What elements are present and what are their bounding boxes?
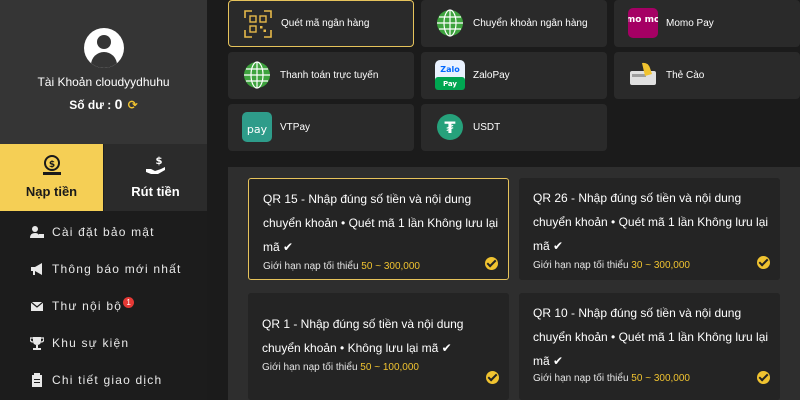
clipboard-icon	[30, 373, 44, 387]
selected-check-icon	[485, 257, 498, 270]
limit-label: Giới hạn nạp tối thiểu	[533, 373, 629, 384]
option-limit: Giới hạn nạp tối thiểu 50 ~ 300,000	[263, 261, 420, 272]
limit-label: Giới hạn nạp tối thiểu	[262, 362, 358, 373]
check-icon	[757, 371, 770, 384]
megaphone-icon	[30, 262, 44, 276]
deposit-screen: Tài Khoản cloudyydhuhu Số dư : 0 ⟳ $ Nạp…	[0, 0, 800, 400]
menu-item-notifications[interactable]: Thông báo mới nhất	[30, 259, 182, 279]
deposit-option-qr10[interactable]: QR 10 - Nhập đúng số tiền và nội dung ch…	[519, 293, 780, 400]
profile-card: Tài Khoản cloudyydhuhu Số dư : 0 ⟳	[0, 0, 207, 144]
method-scratch-card[interactable]: Thẻ Cào	[614, 52, 800, 99]
option-title: QR 10 - Nhập đúng số tiền và nội dung ch…	[533, 306, 769, 368]
globe-icon	[244, 61, 270, 89]
menu-item-label: Khu sự kiện	[52, 336, 130, 350]
sidebar-menu: Cài đặt bảo mật Thông báo mới nhất Thư n…	[0, 211, 207, 400]
tab-deposit[interactable]: $ Nạp tiền	[0, 144, 103, 211]
qr-code-icon	[244, 10, 272, 38]
limit-range: 50 ~ 300,000	[631, 373, 690, 384]
account-name: Tài Khoản cloudyydhuhu	[37, 75, 170, 89]
globe-icon	[437, 9, 463, 37]
menu-item-transactions[interactable]: Chi tiết giao dịch	[30, 370, 162, 390]
menu-item-label: Chi tiết giao dịch	[52, 373, 163, 387]
method-name: Chuyển khoản ngân hàng	[473, 17, 588, 29]
momo-icon: mo mo	[628, 8, 658, 38]
method-name: Momo Pay	[666, 17, 714, 29]
option-title: QR 26 - Nhập đúng số tiền và nội dung ch…	[533, 191, 769, 253]
deposit-options-panel: QR 15 - Nhập đúng số tiền và nội dung ch…	[228, 167, 800, 400]
method-bank-transfer[interactable]: Chuyển khoản ngân hàng	[421, 0, 607, 47]
tab-deposit-label: Nạp tiền	[25, 184, 78, 199]
balance-label: Số dư :	[69, 98, 112, 112]
limit-range: 50 ~ 300,000	[361, 261, 420, 272]
method-bank-qr[interactable]: Quét mã ngân hàng	[228, 0, 414, 47]
deposit-option-qr15[interactable]: QR 15 - Nhập đúng số tiền và nội dung ch…	[248, 178, 509, 280]
deposit-icon: $	[43, 155, 61, 175]
check-icon	[486, 371, 499, 384]
check-icon	[757, 256, 770, 269]
refresh-icon[interactable]: ⟳	[128, 98, 138, 112]
zalopay-icon: Zalo Pay	[435, 60, 465, 90]
limit-label: Giới hạn nạp tối thiểu	[263, 261, 359, 272]
option-limit: Giới hạn nạp tối thiểu 50 ~ 300,000	[533, 373, 690, 384]
method-online-payment[interactable]: Thanh toán trực tuyến	[228, 52, 414, 99]
svg-text:pay: pay	[247, 123, 268, 136]
tether-icon: ₮	[437, 114, 463, 140]
svg-text:mo mo: mo mo	[628, 15, 658, 25]
unread-badge: 1	[123, 296, 135, 308]
svg-text:₮: ₮	[444, 118, 455, 137]
method-vtpay[interactable]: pay VTPay	[228, 104, 414, 151]
vtpay-icon: pay	[242, 112, 272, 142]
deposit-withdraw-tabs: $ Nạp tiền $ Rút tiền	[0, 144, 207, 211]
method-name: Quét mã ngân hàng	[281, 17, 370, 29]
deposit-option-qr1[interactable]: QR 1 - Nhập đúng số tiền và nội dung chu…	[248, 293, 509, 400]
method-name: Thẻ Cào	[666, 69, 705, 81]
avatar-icon	[84, 28, 124, 68]
menu-item-label: Thông báo mới nhất	[52, 262, 182, 276]
option-limit: Giới hạn nạp tối thiểu 50 ~ 100,000	[262, 362, 419, 373]
method-momo[interactable]: mo mo Momo Pay	[614, 0, 800, 47]
method-name: ZaloPay	[473, 69, 510, 81]
menu-item-label: Cài đặt bảo mật	[52, 225, 155, 239]
scratch-card-icon	[630, 62, 656, 85]
menu-item-label: Thư nội bộ	[52, 299, 123, 313]
balance-value: 0	[114, 96, 123, 112]
option-title: QR 1 - Nhập đúng số tiền và nội dung chu…	[262, 317, 464, 355]
method-name: USDT	[473, 121, 501, 133]
payment-methods: Quét mã ngân hàng Chuyển khoản ngân hàng…	[222, 0, 800, 152]
method-name: Thanh toán trực tuyến	[280, 69, 379, 81]
limit-label: Giới hạn nạp tối thiểu	[533, 260, 629, 271]
balance: Số dư : 0 ⟳	[0, 96, 207, 112]
svg-text:Pay: Pay	[443, 80, 457, 88]
envelope-icon	[30, 299, 44, 313]
svg-text:$: $	[156, 156, 163, 167]
deposit-option-qr26[interactable]: QR 26 - Nhập đúng số tiền và nội dung ch…	[519, 178, 780, 280]
user-lock-icon	[30, 225, 44, 239]
tab-withdraw-label: Rút tiền	[131, 184, 180, 199]
trophy-icon	[29, 336, 45, 350]
limit-range: 50 ~ 100,000	[360, 362, 419, 373]
sidebar: Tài Khoản cloudyydhuhu Số dư : 0 ⟳ $ Nạp…	[0, 0, 207, 400]
svg-text:Zalo: Zalo	[440, 65, 460, 74]
menu-item-security[interactable]: Cài đặt bảo mật	[30, 222, 155, 242]
limit-range: 30 ~ 300,000	[631, 260, 690, 271]
method-usdt[interactable]: ₮ USDT	[421, 104, 607, 151]
method-zalopay[interactable]: Zalo Pay ZaloPay	[421, 52, 607, 99]
svg-text:$: $	[49, 160, 55, 170]
withdraw-hand-icon: $	[146, 156, 165, 174]
method-name: VTPay	[280, 121, 311, 133]
tab-withdraw[interactable]: $ Rút tiền	[104, 144, 207, 211]
option-limit: Giới hạn nạp tối thiểu 30 ~ 300,000	[533, 260, 690, 271]
menu-item-inbox[interactable]: Thư nội bộ 1	[30, 296, 135, 316]
option-title: QR 15 - Nhập đúng số tiền và nội dung ch…	[263, 192, 499, 254]
menu-item-events[interactable]: Khu sự kiện	[29, 333, 130, 353]
